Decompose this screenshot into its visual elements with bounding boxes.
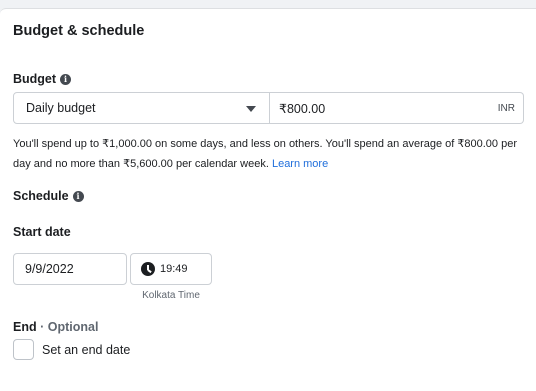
- end-label-row: End · Optional: [13, 320, 98, 334]
- clock-icon: [141, 262, 155, 276]
- schedule-label: Schedule: [13, 189, 69, 203]
- info-icon[interactable]: i: [72, 190, 84, 202]
- budget-label: Budget: [13, 72, 57, 86]
- end-date-checkbox[interactable]: [13, 339, 34, 360]
- budget-type-select[interactable]: Daily budget: [13, 92, 270, 124]
- schedule-label-row: Schedule i: [13, 189, 84, 203]
- start-date-input[interactable]: 9/9/2022: [13, 253, 127, 285]
- budget-schedule-card: Budget & schedule Budget i Daily budget …: [0, 8, 536, 391]
- section-title: Budget & schedule: [13, 23, 145, 39]
- caret-down-icon: [246, 106, 256, 112]
- info-icon[interactable]: i: [60, 73, 72, 85]
- budget-amount-value: ₹800.00: [279, 101, 326, 116]
- start-time-input[interactable]: 19:49: [130, 253, 212, 285]
- budget-amount-input[interactable]: ₹800.00 INR: [270, 92, 524, 124]
- budget-type-value: Daily budget: [26, 101, 96, 115]
- budget-help-text: You'll spend up to ₹1,000.00 on some day…: [13, 134, 528, 174]
- optional-label: · Optional: [40, 320, 99, 334]
- end-date-checkbox-label[interactable]: Set an end date: [42, 343, 130, 357]
- budget-help-copy: You'll spend up to ₹1,000.00 on some day…: [13, 138, 517, 170]
- end-label: End: [13, 320, 37, 334]
- currency-label: INR: [497, 102, 515, 114]
- budget-label-row: Budget i: [13, 72, 72, 86]
- start-date-value: 9/9/2022: [25, 262, 74, 276]
- timezone-label: Kolkata Time: [142, 290, 200, 301]
- start-time-value: 19:49: [160, 263, 188, 275]
- budget-row: Daily budget ₹800.00 INR: [13, 92, 524, 124]
- learn-more-link[interactable]: Learn more: [272, 158, 328, 170]
- start-date-label: Start date: [13, 225, 71, 239]
